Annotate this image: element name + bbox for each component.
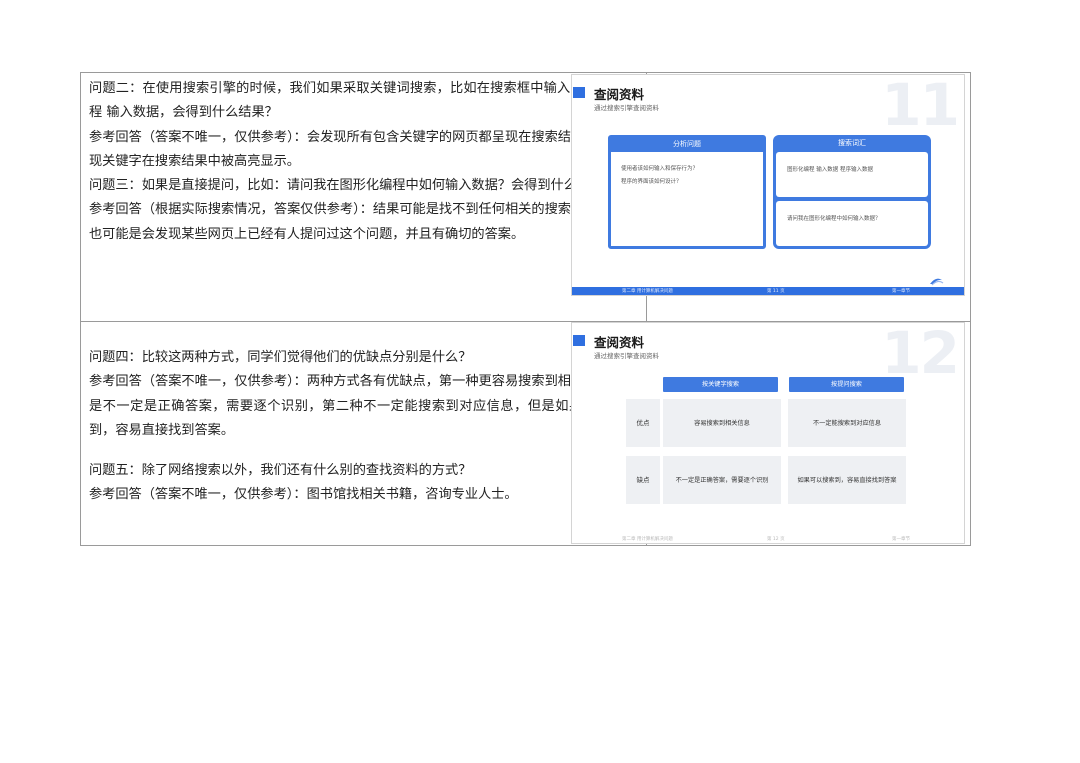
footer-left: 第二章 用计算机解决问题	[622, 537, 673, 542]
slide-title: 查阅资料	[594, 335, 645, 350]
row2-text-cell: 问题四：比较这两种方式，同学们觉得他们的优缺点分别是什么？ 参考回答（答案不唯一…	[89, 346, 637, 508]
slide-subtitle: 通过搜索引擎查阅资料	[594, 352, 659, 360]
search-term-card-1: 图形化编程 输入数据 程序输入数据	[776, 152, 928, 197]
row1-text-cell: 问题二：在使用搜索引擎的时候，我们如果采取关键词搜索，比如在搜索框中输入：图形化…	[89, 77, 637, 247]
search-term-card-2: 请问我在图形化编程中如何输入数据？	[776, 201, 928, 246]
slide-thumbnail-12: 12 查阅资料 通过搜索引擎查阅资料 按关键字搜索 按提问搜索 优点 容易搜索到…	[571, 322, 965, 544]
cell-cons-question: 如果可以搜索到，容易直接找到答案	[788, 456, 906, 504]
footer-left: 第二章 用计算机解决问题	[622, 289, 673, 294]
answer-2: 参考回答（答案不唯一，仅供参考）：会发现所有包含关键字的网页都呈现在搜索结果中；…	[89, 129, 637, 169]
search-term-1: 图形化编程 输入数据 程序输入数据	[787, 167, 873, 173]
slide-number-watermark: 11	[881, 74, 960, 139]
title-accent-bar	[573, 335, 585, 346]
answer-5: 参考回答（答案不唯一，仅供参考）：图书馆找相关书籍，咨询专业人士。	[89, 487, 518, 503]
slide-thumbnail-11: 11 查阅资料 通过搜索引擎查阅资料 分析问题 使用者该如何输入和保存行为？ 程…	[571, 74, 965, 296]
question-4: 问题四：比较这两种方式，同学们觉得他们的优缺点分别是什么？	[89, 350, 472, 365]
cell-pros-question: 不一定能搜索到对应信息	[788, 399, 906, 447]
answer-4: 参考回答（答案不唯一，仅供参考）：两种方式各有优缺点，第一种更容易搜索到相关信息…	[89, 374, 637, 438]
analyze-question-box: 分析问题 使用者该如何输入和保存行为？ 程序的界面该如何设计？	[608, 135, 766, 249]
search-term-2: 请问我在图形化编程中如何输入数据？	[787, 216, 881, 222]
answer-3: 参考回答（根据实际搜索情况，答案仅供参考）：结果可能是找不到任何相关的搜索结果。…	[89, 202, 637, 242]
slide-subtitle: 通过搜索引擎查阅资料	[594, 104, 659, 112]
search-terms-heading: 搜索词汇	[838, 139, 866, 147]
row-label-cons: 缺点	[626, 456, 660, 504]
analyze-line-1: 使用者该如何输入和保存行为？	[621, 166, 699, 172]
analyze-question-heading: 分析问题	[611, 138, 763, 152]
search-terms-box: 搜索词汇 图形化编程 输入数据 程序输入数据 请问我在图形化编程中如何输入数据？	[773, 135, 931, 249]
question-2: 问题二：在使用搜索引擎的时候，我们如果采取关键词搜索，比如在搜索框中输入：图形化…	[89, 81, 637, 121]
footer-center: 第 11 页	[767, 289, 785, 294]
analyze-line-2: 程序的界面该如何设计？	[621, 179, 682, 185]
row-label-pros: 优点	[626, 399, 660, 447]
slide-footer-bar: 第二章 用计算机解决问题 第 11 页 第一章节	[572, 287, 964, 295]
header-keyword-search: 按关键字搜索	[663, 377, 778, 392]
question-3: 问题三：如果是直接提问，比如：请问我在图形化编程中如何输入数据？会得到什么结果？	[89, 178, 617, 194]
question-5: 问题五：除了网络搜索以外，我们还有什么别的查找资料的方式？	[89, 463, 472, 479]
footer-right: 第一章节	[892, 537, 910, 542]
header-question-search: 按提问搜索	[789, 377, 904, 392]
cell-pros-keyword: 容易搜索到相关信息	[663, 399, 781, 447]
decoration-swirl-icon	[930, 278, 944, 286]
title-accent-bar	[573, 87, 585, 98]
footer-right: 第一章节	[892, 289, 910, 294]
footer-center: 第 12 页	[767, 537, 785, 542]
slide-title: 查阅资料	[594, 87, 645, 102]
cell-cons-keyword: 不一定是正确答案，需要逐个识别	[663, 456, 781, 504]
